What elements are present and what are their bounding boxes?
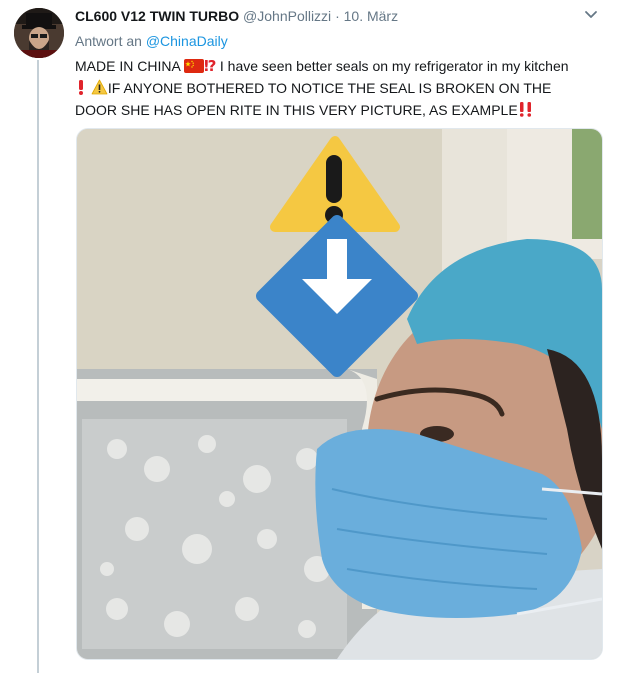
tweet-text: MADE IN CHINA ⁉ I have seen better seals … xyxy=(75,56,595,122)
thread-line xyxy=(37,60,39,673)
tweet-text-part3: IF ANYONE BOTHERED TO NOTICE THE SEAL IS… xyxy=(75,80,552,118)
tweet-text-part2: I have seen better seals on my refrigera… xyxy=(219,58,569,74)
reply-mention-link[interactable]: @ChinaDaily xyxy=(146,33,228,49)
photo-illustration xyxy=(77,129,602,659)
avatar-image xyxy=(14,8,64,58)
svg-text:⁉: ⁉ xyxy=(204,57,216,73)
separator-dot: · xyxy=(335,8,340,24)
tweet-date[interactable]: 10. März xyxy=(344,8,398,24)
tweet-text-part1: MADE IN CHINA xyxy=(75,58,184,74)
tweet-media-photo[interactable] xyxy=(76,128,603,660)
exclamation-question-icon: ⁉ xyxy=(204,57,220,78)
double-exclamation-icon xyxy=(518,101,534,122)
warning-icon xyxy=(91,79,108,100)
caret-down-icon[interactable] xyxy=(583,6,599,22)
avatar[interactable] xyxy=(14,8,64,58)
red-exclamation-icon xyxy=(75,79,87,100)
tweet-header: CL600 V12 TWIN TURBO @JohnPollizzi · 10.… xyxy=(75,8,398,24)
display-name[interactable]: CL600 V12 TWIN TURBO xyxy=(75,8,239,24)
user-handle[interactable]: @JohnPollizzi xyxy=(243,8,331,24)
reply-prefix: Antwort an xyxy=(75,33,142,49)
reply-context: Antwort an @ChinaDaily xyxy=(75,33,228,49)
flag-china-icon xyxy=(183,58,204,78)
